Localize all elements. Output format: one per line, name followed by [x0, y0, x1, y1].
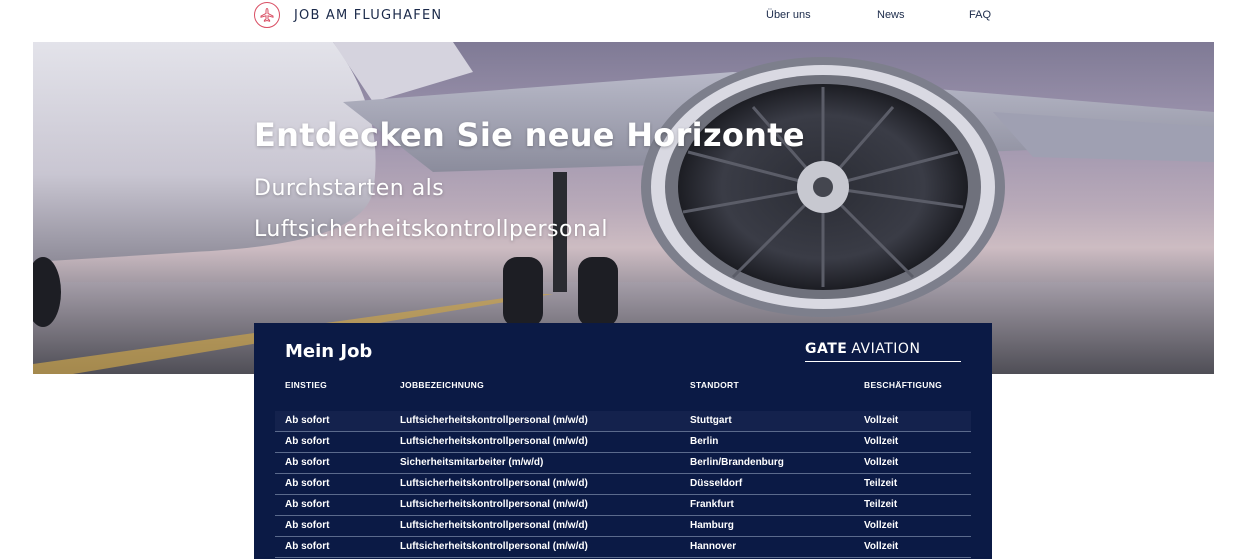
cell-einstieg: Ab sofort [285, 499, 330, 510]
cell-jobbezeichnung: Luftsicherheitskontrollpersonal (m/w/d) [400, 478, 588, 489]
cell-standort: Frankfurt [690, 499, 734, 510]
logo-text: JOB AM FLUGHAFEN [294, 7, 443, 23]
cell-beschaeftigung: Vollzeit [864, 541, 899, 552]
cell-standort: Hannover [690, 541, 737, 552]
cell-standort: Berlin/Brandenburg [690, 457, 784, 468]
job-table: Ab sofort Luftsicherheitskontrollpersona… [275, 411, 971, 558]
cell-einstieg: Ab sofort [285, 541, 330, 552]
airplane-logo-icon [254, 2, 280, 28]
cell-standort: Düsseldorf [690, 478, 743, 489]
brand-part-gate: GATE [805, 341, 848, 357]
hero-subtitle-line1: Durchstarten als [254, 176, 445, 201]
nav-link-news[interactable]: News [877, 9, 905, 21]
column-header-jobbezeichnung: JOBBEZEICHNUNG [400, 380, 485, 390]
site-logo[interactable]: JOB AM FLUGHAFEN [254, 2, 442, 28]
cell-einstieg: Ab sofort [285, 478, 330, 489]
cell-standort: Hamburg [690, 520, 734, 531]
table-row[interactable]: Ab sofort Luftsicherheitskontrollpersona… [275, 432, 971, 453]
hero-title: Entdecken Sie neue Horizonte [254, 116, 805, 154]
nav-link-ueber-uns[interactable]: Über uns [766, 9, 811, 21]
column-header-standort: STANDORT [690, 380, 739, 390]
site-header: JOB AM FLUGHAFEN Über uns News FAQ [0, 0, 1240, 40]
table-row[interactable]: Ab sofort Luftsicherheitskontrollpersona… [275, 516, 971, 537]
cell-einstieg: Ab sofort [285, 415, 330, 426]
nav-link-faq[interactable]: FAQ [969, 9, 991, 21]
column-header-beschaeftigung: BESCHÄFTIGUNG [864, 380, 943, 390]
gate-aviation-logo: GATE AVIATION [805, 341, 961, 362]
cell-jobbezeichnung: Luftsicherheitskontrollpersonal (m/w/d) [400, 541, 588, 552]
table-row[interactable]: Ab sofort Luftsicherheitskontrollpersona… [275, 537, 971, 558]
cell-beschaeftigung: Teilzeit [864, 499, 898, 510]
brand-part-aviation: AVIATION [851, 341, 921, 357]
cell-jobbezeichnung: Luftsicherheitskontrollpersonal (m/w/d) [400, 415, 588, 426]
panel-title: Mein Job [285, 341, 373, 362]
cell-beschaeftigung: Teilzeit [864, 478, 898, 489]
cell-einstieg: Ab sofort [285, 436, 330, 447]
cell-jobbezeichnung: Luftsicherheitskontrollpersonal (m/w/d) [400, 520, 588, 531]
cell-jobbezeichnung: Luftsicherheitskontrollpersonal (m/w/d) [400, 436, 588, 447]
cell-jobbezeichnung: Sicherheitsmitarbeiter (m/w/d) [400, 457, 544, 468]
cell-beschaeftigung: Vollzeit [864, 520, 899, 531]
cell-standort: Berlin [690, 436, 719, 447]
job-list-panel: Mein Job GATE AVIATION EINSTIEG JOBBEZEI… [254, 323, 992, 559]
cell-beschaeftigung: Vollzeit [864, 436, 899, 447]
cell-jobbezeichnung: Luftsicherheitskontrollpersonal (m/w/d) [400, 499, 588, 510]
cell-beschaeftigung: Vollzeit [864, 415, 899, 426]
cell-einstieg: Ab sofort [285, 520, 330, 531]
column-header-einstieg: EINSTIEG [285, 380, 328, 390]
hero-subtitle-line2: Luftsicherheitskontrollpersonal [254, 217, 609, 242]
table-row[interactable]: Ab sofort Luftsicherheitskontrollpersona… [275, 495, 971, 516]
table-row[interactable]: Ab sofort Luftsicherheitskontrollpersona… [275, 411, 971, 432]
table-row[interactable]: Ab sofort Sicherheitsmitarbeiter (m/w/d)… [275, 453, 971, 474]
cell-einstieg: Ab sofort [285, 457, 330, 468]
cell-standort: Stuttgart [690, 415, 732, 426]
cell-beschaeftigung: Vollzeit [864, 457, 899, 468]
table-row[interactable]: Ab sofort Luftsicherheitskontrollpersona… [275, 474, 971, 495]
